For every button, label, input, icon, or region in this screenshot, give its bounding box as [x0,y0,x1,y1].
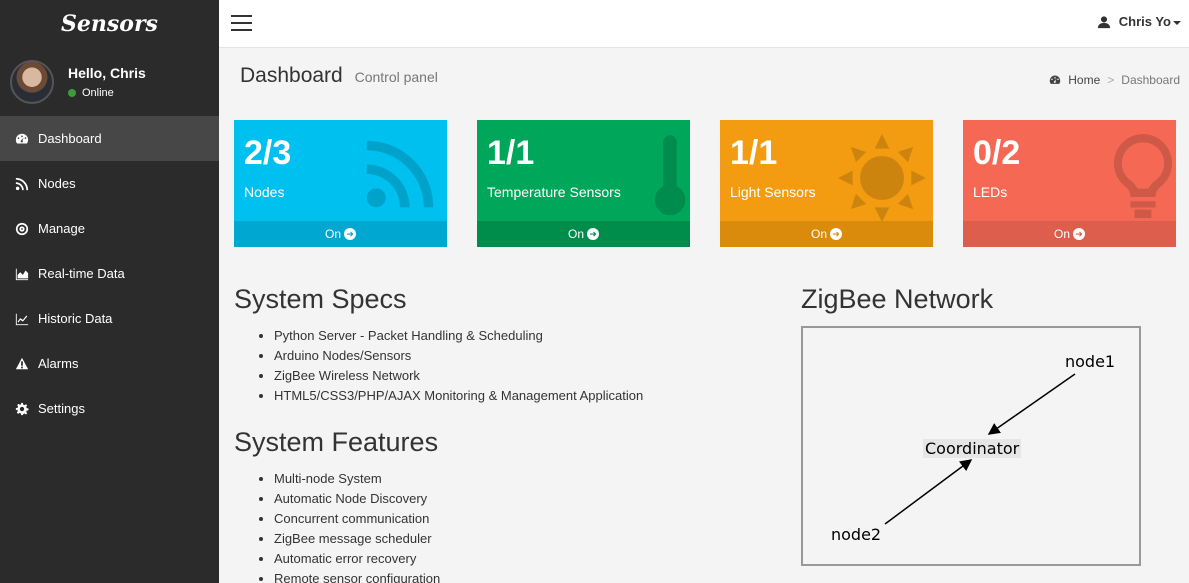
network-node-node2[interactable]: node2 [831,525,881,544]
features-title: System Features [234,427,439,457]
network-node-node1[interactable]: node1 [1065,352,1115,371]
list-item: Python Server - Packet Handling & Schedu… [274,326,643,346]
caret-down-icon [1173,20,1181,25]
avatar [10,60,54,104]
sidebar-item-manage[interactable]: Manage [0,206,219,251]
sidebar-item-label: Alarms [38,356,79,371]
light-count: 1/1 [730,134,778,172]
page-title-text: Dashboard [240,64,343,87]
light-label: Light Sensors [730,184,816,200]
list-item: ZigBee Wireless Network [274,366,643,386]
sidebar-menu: Dashboard Nodes Manage Real-time Data Hi… [0,116,219,431]
leds-stat-box: 0/2 LEDs On ➜ [963,120,1176,247]
leds-count: 0/2 [973,134,1021,172]
leds-footer-link[interactable]: On ➜ [963,221,1176,247]
arrow-circle-right-icon: ➜ [344,228,356,240]
list-item: Concurrent communication [274,509,440,529]
list-item: Automatic Node Discovery [274,489,440,509]
sidebar-item-label: Real-time Data [38,266,125,281]
sidebar-item-alarms[interactable]: Alarms [0,341,219,386]
user-panel: Hello, Chris Online [0,48,219,116]
sidebar-item-label: Settings [38,401,85,416]
light-footer-link[interactable]: On ➜ [720,221,933,247]
leds-label: LEDs [973,184,1008,200]
list-item: ZigBee message scheduler [274,529,440,549]
lightbulb-icon [1113,134,1173,223]
arrow-circle-right-icon: ➜ [587,228,599,240]
sidebar-item-historic-data[interactable]: Historic Data [0,296,219,341]
nodes-label: Nodes [244,184,285,200]
breadcrumb-home-link[interactable]: Home [1068,73,1100,87]
list-item: HTML5/CSS3/PHP/AJAX Monitoring & Managem… [274,386,643,406]
network-node-coordinator[interactable]: Coordinator [923,439,1022,458]
sidebar-item-dashboard[interactable]: Dashboard [0,116,219,161]
online-status-dot-icon [68,89,76,97]
arrow-circle-right-icon: ➜ [830,228,842,240]
nodes-stat-box: 2/3 Nodes On ➜ [234,120,447,247]
edge-node2-coordinator [884,459,973,525]
specs-title: System Specs [234,284,407,314]
brand-logo[interactable]: Sensors [0,0,219,48]
sidebar-item-label: Historic Data [38,311,113,326]
user-status-label: Online [82,87,114,99]
nodes-count: 2/3 [244,134,292,172]
specs-list: Python Server - Packet Handling & Schedu… [234,326,643,406]
gear-icon [14,401,30,417]
rss-icon [14,176,30,192]
arrow-circle-right-icon: ➜ [1073,228,1085,240]
user-menu-name: Chris Yo [1118,14,1171,29]
footer-label: On [567,227,584,241]
footer-label: On [1053,227,1070,241]
dashboard-icon [1050,75,1061,84]
user-greeting: Hello, Chris [68,65,146,81]
list-item: Automatic error recovery [274,549,440,569]
sidebar-item-label: Dashboard [38,131,102,146]
user-menu-dropdown[interactable]: Chris Yo [1097,14,1181,29]
rss-icon [362,136,438,217]
list-item: Remote sensor configuration [274,569,440,583]
dashboard-icon [14,131,30,147]
sidebar-toggle-icon[interactable] [231,15,252,32]
breadcrumb-current: Dashboard [1121,73,1180,87]
temperature-count: 1/1 [487,134,535,172]
breadcrumb-separator: > [1107,73,1115,87]
network-title: ZigBee Network [801,284,994,314]
area-chart-icon [14,266,30,282]
line-chart-icon [14,311,30,327]
footer-label: On [324,227,341,241]
light-stat-box: 1/1 Light Sensors On ➜ [720,120,933,247]
breadcrumb: Home > Dashboard [1049,73,1180,87]
user-icon [1097,15,1110,28]
sidebar: Sensors Hello, Chris Online Dashboard No… [0,0,219,583]
temperature-footer-link[interactable]: On ➜ [477,221,690,247]
nodes-footer-link[interactable]: On ➜ [234,221,447,247]
temperature-stat-box: 1/1 Temperature Sensors On ➜ [477,120,690,247]
sidebar-item-settings[interactable]: Settings [0,386,219,431]
edge-node1-coordinator [987,373,1076,435]
zigbee-network-graph[interactable]: node1 Coordinator node2 [801,326,1141,566]
page-subtitle: Control panel [354,69,438,85]
topbar: Chris Yo [219,0,1189,48]
temperature-label: Temperature Sensors [487,184,621,200]
sidebar-item-label: Manage [38,221,85,236]
bullseye-icon [14,221,30,237]
sidebar-item-real-time-data[interactable]: Real-time Data [0,251,219,296]
sun-icon [838,134,926,227]
sidebar-item-nodes[interactable]: Nodes [0,161,219,206]
warning-icon [14,356,30,372]
list-item: Multi-node System [274,469,440,489]
sidebar-item-label: Nodes [38,176,76,191]
user-status: Online [68,87,146,99]
features-list: Multi-node System Automatic Node Discove… [234,469,440,583]
page-title: Dashboard Control panel [240,64,438,88]
thermometer-icon [653,134,687,223]
list-item: Arduino Nodes/Sensors [274,346,643,366]
footer-label: On [810,227,827,241]
